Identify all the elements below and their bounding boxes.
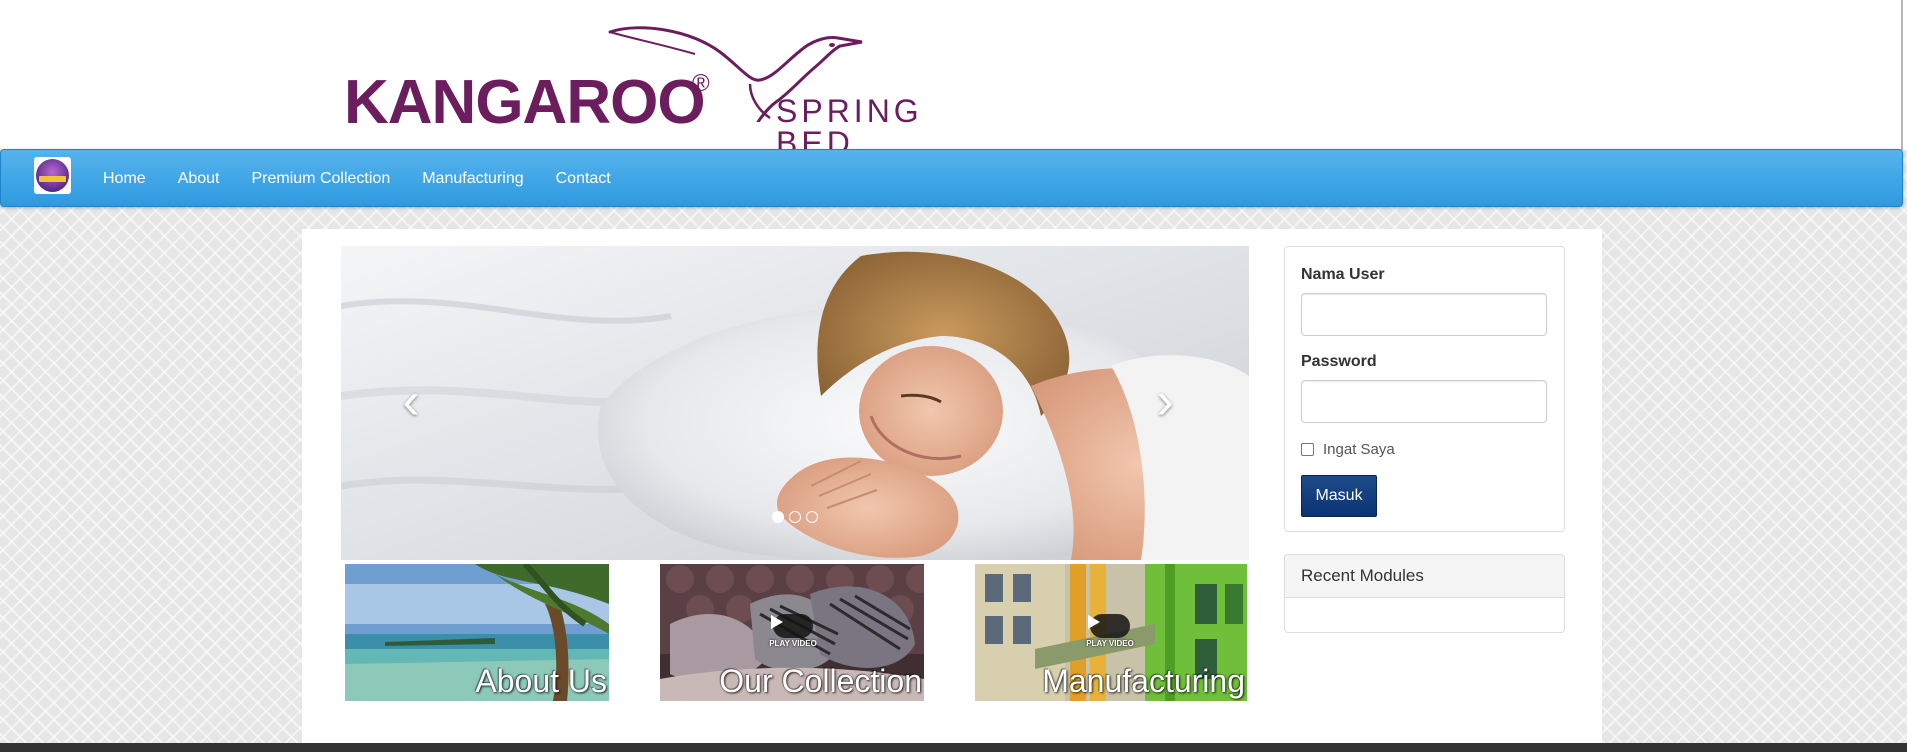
carousel-indicator-3[interactable] [806, 511, 818, 523]
username-label: Nama User [1301, 266, 1385, 283]
thumbnail-label: Manufacturing [1042, 662, 1245, 699]
play-video-label: PLAY VIDEO [1086, 639, 1134, 648]
nav-menu: Home About Premium Collection Manufactur… [87, 150, 627, 208]
kangaroo-logo[interactable]: KANGAROO ® SPRING BED [340, 22, 1000, 159]
play-video-badge[interactable]: PLAY VIDEO [1086, 614, 1134, 648]
login-submit-button[interactable]: Masuk [1301, 475, 1377, 517]
nav-item-manufacturing[interactable]: Manufacturing [406, 150, 539, 208]
username-input[interactable] [1301, 293, 1547, 336]
hero-carousel[interactable]: ‹ › [341, 246, 1249, 560]
remember-me-checkbox[interactable] [1301, 443, 1314, 456]
nav-item-premium-collection[interactable]: Premium Collection [236, 150, 407, 208]
thumbnail-manufacturing[interactable]: PLAY VIDEO Manufacturing [975, 564, 1247, 701]
carousel-indicator-2[interactable] [789, 511, 801, 523]
thumbnail-about-us[interactable]: About Us [345, 564, 609, 701]
logo-wordmark: KANGAROO [344, 68, 706, 137]
carousel-indicator-1[interactable] [772, 511, 784, 523]
registered-mark: ® [692, 70, 710, 97]
play-video-badge[interactable]: PLAY VIDEO [769, 614, 817, 648]
play-icon [771, 614, 813, 638]
password-label: Password [1301, 353, 1377, 370]
page-edge-divider [1901, 0, 1903, 150]
site-header: KANGAROO ® SPRING BED [0, 0, 1907, 159]
recent-modules-panel: Recent Modules [1284, 554, 1565, 633]
chevron-left-icon[interactable]: ‹ [391, 375, 431, 427]
password-input[interactable] [1301, 380, 1547, 423]
nav-item-contact[interactable]: Contact [540, 150, 627, 208]
remember-me-label: Ingat Saya [1323, 441, 1395, 458]
recent-modules-heading: Recent Modules [1285, 555, 1564, 598]
remember-me: Ingat Saya [1301, 441, 1395, 458]
main-navbar: Home About Premium Collection Manufactur… [0, 149, 1903, 207]
content-container: ‹ › About Us PLAY VIDEO Our Collection P… [302, 229, 1602, 743]
nav-item-home[interactable]: Home [87, 150, 162, 208]
navbar-brand[interactable] [34, 157, 71, 194]
play-icon [1088, 614, 1130, 638]
thumbnail-label: Our Collection [719, 662, 922, 699]
nav-item-about[interactable]: About [162, 150, 236, 208]
brand-badge-band [39, 176, 66, 182]
footer-band [0, 743, 1907, 752]
thumbnail-our-collection[interactable]: PLAY VIDEO Our Collection [660, 564, 924, 701]
carousel-indicators [772, 511, 818, 523]
play-video-label: PLAY VIDEO [769, 639, 817, 648]
thumbnail-label: About Us [475, 662, 607, 699]
chevron-right-icon[interactable]: › [1145, 375, 1185, 427]
login-panel: Nama User Password Ingat Saya Masuk [1284, 246, 1565, 532]
